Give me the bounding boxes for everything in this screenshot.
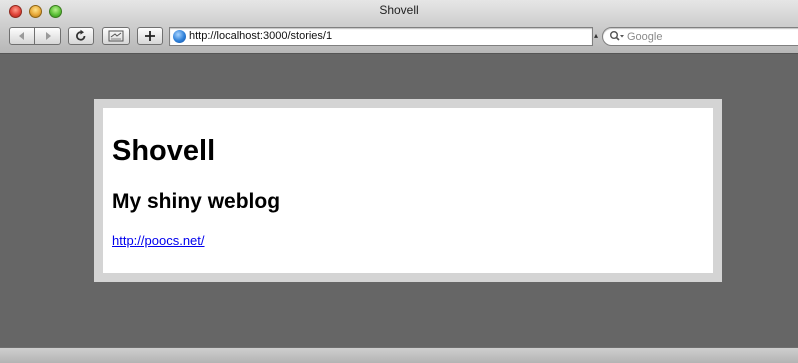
search-field[interactable] <box>602 27 798 46</box>
back-button[interactable] <box>9 27 35 45</box>
forward-button[interactable] <box>35 27 61 45</box>
window-title: Shovell <box>379 3 419 17</box>
back-arrow-icon <box>19 32 24 40</box>
add-bookmark-button[interactable] <box>137 27 163 45</box>
search-input[interactable] <box>627 29 777 44</box>
forward-arrow-icon <box>45 32 51 40</box>
reload-button[interactable] <box>68 27 94 45</box>
page-subtitle: My shiny weblog <box>112 190 281 213</box>
weblog-link[interactable]: http://poocs.net/ <box>112 233 205 248</box>
globe-icon <box>173 30 186 43</box>
status-bar <box>0 347 798 363</box>
address-url[interactable]: http://localhost:3000/stories/1 <box>189 30 332 42</box>
address-bar[interactable]: http://localhost:3000/stories/1 <box>169 27 593 46</box>
snapback-button[interactable] <box>102 27 130 45</box>
address-history-icon[interactable]: ▴ <box>594 31 600 41</box>
reload-icon <box>76 29 86 41</box>
plus-icon <box>145 31 155 41</box>
title-bar: Shovell <box>0 0 798 22</box>
page-content: Shovell My shiny weblog http://poocs.net… <box>94 99 722 282</box>
snapback-icon <box>108 30 124 42</box>
magnifier-icon[interactable] <box>609 30 625 43</box>
page-title: Shovell <box>112 135 216 167</box>
browser-chrome: Shovell http://localhost:3000/stories/1 … <box>0 0 798 54</box>
